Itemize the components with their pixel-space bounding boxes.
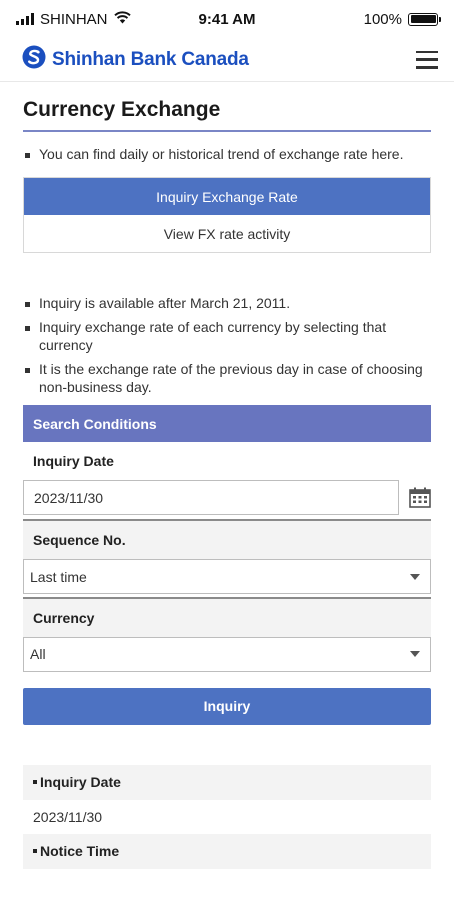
- brand-logo[interactable]: Shinhan Bank Canada: [22, 45, 249, 74]
- chevron-down-icon: [410, 573, 420, 580]
- notes-list: Inquiry is available after March 21, 201…: [23, 294, 431, 396]
- sequence-select[interactable]: Last time: [23, 559, 431, 594]
- status-right: 100%: [288, 10, 441, 28]
- battery-percent: 100%: [363, 10, 402, 28]
- sequence-value: Last time: [30, 568, 87, 585]
- tab-group: Inquiry Exchange Rate View FX rate activ…: [23, 177, 431, 253]
- note-item: Inquiry exchange rate of each currency b…: [23, 318, 431, 354]
- currency-value: All: [30, 646, 46, 662]
- currency-label: Currency: [23, 598, 431, 637]
- status-time: 9:41 AM: [198, 10, 256, 28]
- inquiry-button[interactable]: Inquiry: [23, 687, 431, 725]
- app-header: Shinhan Bank Canada: [0, 38, 454, 82]
- result-section: Inquiry Date 2023/11/30 Notice Time: [23, 764, 431, 869]
- note-item: It is the exchange rate of the previous …: [23, 360, 431, 396]
- result-notice-time-label: Notice Time: [23, 833, 431, 869]
- note-item: Inquiry is available after March 21, 201…: [23, 294, 431, 312]
- wifi-icon: [113, 10, 131, 28]
- intro-text: You can find daily or historical trend o…: [23, 145, 431, 164]
- result-inquiry-date-value: 2023/11/30: [33, 808, 103, 825]
- inquiry-date-input[interactable]: 2023/11/30: [23, 480, 399, 515]
- result-inquiry-date-label: Inquiry Date: [23, 764, 431, 800]
- intro-list: You can find daily or historical trend o…: [23, 145, 431, 164]
- sequence-label: Sequence No.: [23, 521, 431, 559]
- brand-name: Shinhan Bank Canada: [52, 48, 249, 70]
- page-title: Currency Exchange: [23, 82, 431, 132]
- battery-icon: [408, 12, 441, 26]
- calendar-icon[interactable]: [409, 487, 431, 509]
- inquiry-date-label: Inquiry Date: [33, 453, 114, 469]
- inquiry-date-row: 2023/11/30: [23, 480, 431, 515]
- status-left: SHINHAN: [16, 11, 166, 28]
- tab-inquiry-exchange-rate[interactable]: Inquiry Exchange Rate: [24, 178, 430, 215]
- status-bar: SHINHAN 9:41 AM 100%: [0, 0, 454, 38]
- carrier-name: SHINHAN: [40, 10, 108, 28]
- main-content: Currency Exchange You can find daily or …: [0, 82, 454, 869]
- shinhan-logo-icon: [22, 45, 46, 74]
- currency-select[interactable]: All: [23, 636, 431, 672]
- tab-view-fx-rate-activity[interactable]: View FX rate activity: [24, 215, 430, 252]
- signal-icon: [16, 13, 34, 25]
- menu-icon[interactable]: [414, 49, 440, 71]
- chevron-down-icon: [410, 651, 420, 657]
- search-conditions-header: Search Conditions: [23, 405, 431, 442]
